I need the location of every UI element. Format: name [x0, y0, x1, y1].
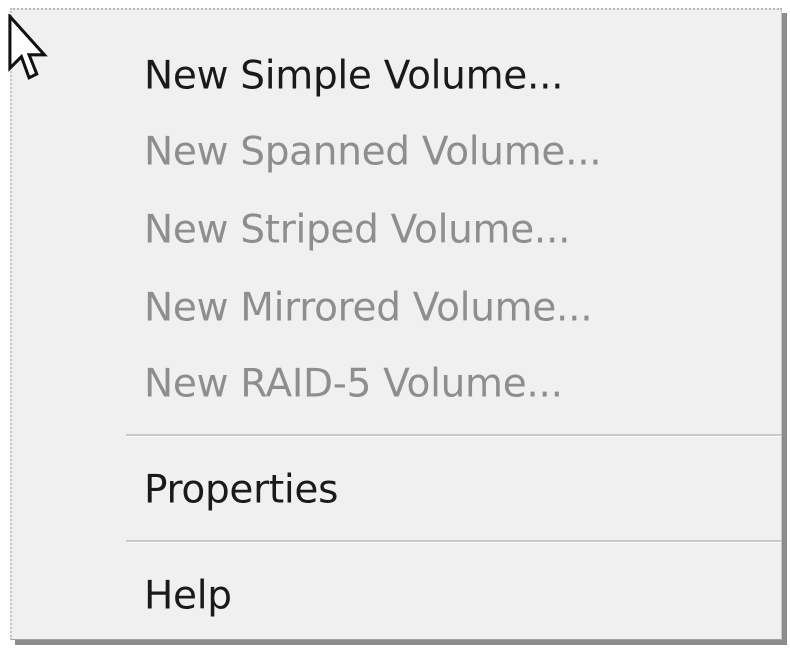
menu-item-label: New Striped Volume...	[144, 207, 571, 253]
context-menu: New Simple Volume... New Spanned Volume.…	[10, 8, 782, 640]
menu-separator	[126, 434, 781, 437]
menu-item-label: New Mirrored Volume...	[144, 285, 593, 331]
menu-item-label: Properties	[144, 467, 339, 513]
menu-item-label: New RAID-5 Volume...	[144, 361, 563, 407]
menu-item-label: New Spanned Volume...	[144, 129, 602, 175]
screen: New Simple Volume... New Spanned Volume.…	[0, 0, 790, 651]
menu-item-label: Help	[144, 573, 232, 619]
menu-item-help[interactable]: Help	[12, 548, 781, 644]
menu-separator	[126, 540, 781, 543]
menu-item-label: New Simple Volume...	[144, 53, 564, 99]
menu-item-new-raid5-volume: New RAID-5 Volume...	[12, 336, 781, 432]
menu-item-properties[interactable]: Properties	[12, 442, 781, 538]
mouse-pointer-icon	[8, 14, 48, 80]
